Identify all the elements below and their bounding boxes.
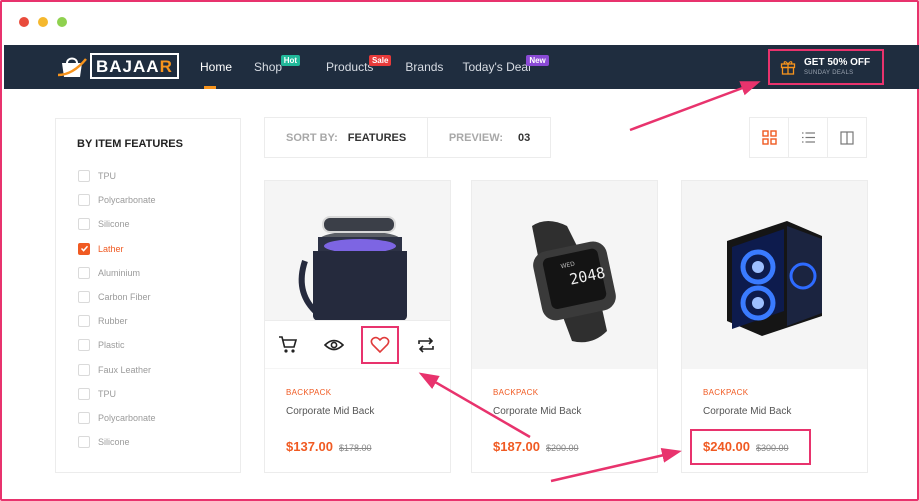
gift-icon: [780, 61, 796, 75]
price-highlight-box: [690, 429, 811, 465]
product-category[interactable]: BACKPACK: [286, 388, 331, 397]
grid-view-button[interactable]: [749, 117, 789, 158]
product-category[interactable]: BACKPACK: [703, 388, 748, 397]
split-view-button[interactable]: [827, 117, 867, 158]
checkbox[interactable]: [78, 170, 90, 183]
minimize-dot[interactable]: [38, 17, 48, 27]
deal-subtitle: SUNDAY DEALS: [804, 69, 854, 76]
preview-value: 03: [518, 131, 531, 144]
list-view-button[interactable]: [788, 117, 828, 158]
checkbox[interactable]: [78, 411, 90, 424]
old-price: $200.00: [546, 443, 579, 453]
product-category[interactable]: BACKPACK: [493, 388, 538, 397]
preview-control[interactable]: PREVIEW: 03: [426, 118, 550, 157]
checkbox[interactable]: [78, 339, 90, 352]
filter-item[interactable]: Faux Leather: [78, 358, 156, 382]
checkbox[interactable]: [78, 266, 90, 279]
new-badge: New: [526, 55, 549, 66]
nav-shop[interactable]: Shop Hot: [254, 45, 301, 89]
filter-item[interactable]: Silicone: [78, 212, 156, 236]
smartwatch-image[interactable]: 2048 WED: [472, 181, 657, 369]
checkbox[interactable]: [78, 363, 90, 376]
columns-icon: [840, 130, 854, 145]
deal-title: GET 50% OFF: [804, 56, 871, 68]
window-controls: [19, 17, 67, 27]
maximize-dot[interactable]: [57, 17, 67, 27]
sunday-deal-promo[interactable]: GET 50% OFF SUNDAY DEALS: [768, 49, 884, 85]
grid-icon: [761, 130, 777, 145]
add-to-cart-button[interactable]: [265, 322, 311, 368]
product-name[interactable]: Corporate Mid Back: [703, 406, 791, 417]
product-card[interactable]: 2048 WED BACKPACK Corporate Mid Back $18…: [471, 180, 658, 473]
product-card[interactable]: BACKPACK Corporate Mid Back $137.00 $178…: [264, 180, 451, 473]
browser-frame: BAJAAR Home Shop Hot Products Sale Brand…: [0, 0, 919, 501]
sort-label: SORT BY:: [286, 131, 338, 144]
filter-item[interactable]: TPU: [78, 164, 156, 188]
hot-badge: Hot: [280, 55, 301, 66]
checkbox[interactable]: [78, 194, 90, 207]
nav-todays-deal[interactable]: Today's Deal New: [462, 45, 549, 89]
checkbox-checked[interactable]: [78, 242, 90, 255]
compare-icon: [418, 336, 434, 353]
brand-logo[interactable]: BAJAAR: [56, 53, 179, 79]
wishlist-button[interactable]: [357, 322, 403, 368]
checkbox[interactable]: [78, 291, 90, 304]
listing-toolbar: SORT BY: FEATURES PREVIEW: 03: [264, 117, 551, 158]
nav-brands[interactable]: Brands: [405, 45, 443, 89]
checkbox[interactable]: [78, 387, 90, 400]
checkbox[interactable]: [78, 315, 90, 328]
filter-item[interactable]: Aluminium: [78, 261, 156, 285]
checkmark-icon: [80, 245, 88, 252]
cart-icon: [279, 335, 298, 353]
current-price: $187.00: [493, 439, 540, 454]
nav-products[interactable]: Products Sale: [326, 45, 392, 89]
close-dot[interactable]: [19, 17, 29, 27]
preview-label: PREVIEW:: [448, 131, 504, 144]
current-price: $137.00: [286, 439, 333, 454]
product-actions: [265, 320, 450, 368]
product-price: $137.00 $178.00: [286, 439, 372, 454]
pc-case-image[interactable]: [682, 181, 867, 369]
view-toggle: [749, 117, 867, 158]
product-price: $187.00 $200.00: [493, 439, 579, 454]
shopping-bag-icon: [57, 57, 87, 77]
filter-item[interactable]: TPU: [78, 382, 156, 406]
sort-control[interactable]: SORT BY: FEATURES: [265, 118, 427, 157]
filter-item[interactable]: Polycarbonate: [78, 188, 156, 212]
arrow-to-deal: [629, 81, 761, 132]
sort-value: FEATURES: [347, 131, 407, 144]
filter-sidebar: BY ITEM FEATURES TPU Polycarbonate Silic…: [55, 118, 241, 473]
filter-item[interactable]: Plastic: [78, 333, 156, 357]
filter-item[interactable]: Rubber: [78, 309, 156, 333]
old-price: $178.00: [339, 443, 372, 453]
eye-icon: [324, 339, 344, 350]
product-name[interactable]: Corporate Mid Back: [286, 406, 374, 417]
compare-button[interactable]: [403, 322, 449, 368]
checkbox[interactable]: [78, 218, 90, 231]
brand-name: BAJAAR: [90, 53, 179, 79]
feature-filter-list: TPU Polycarbonate Silicone Lather Alumin…: [78, 164, 156, 454]
filter-item[interactable]: Carbon Fiber: [78, 285, 156, 309]
nav-home[interactable]: Home: [200, 45, 232, 89]
main-nav: Home Shop Hot Products Sale Brands Today…: [200, 45, 553, 89]
heart-icon: [370, 336, 390, 353]
filter-item[interactable]: Polycarbonate: [78, 406, 156, 430]
checkbox[interactable]: [78, 436, 90, 449]
product-name[interactable]: Corporate Mid Back: [493, 406, 581, 417]
filter-item-checked[interactable]: Lather: [78, 237, 156, 261]
filter-item[interactable]: Silicone: [78, 430, 156, 454]
filter-title: BY ITEM FEATURES: [77, 138, 183, 150]
list-icon: [801, 132, 815, 143]
sale-badge: Sale: [368, 55, 392, 66]
quick-view-button[interactable]: [311, 322, 357, 368]
